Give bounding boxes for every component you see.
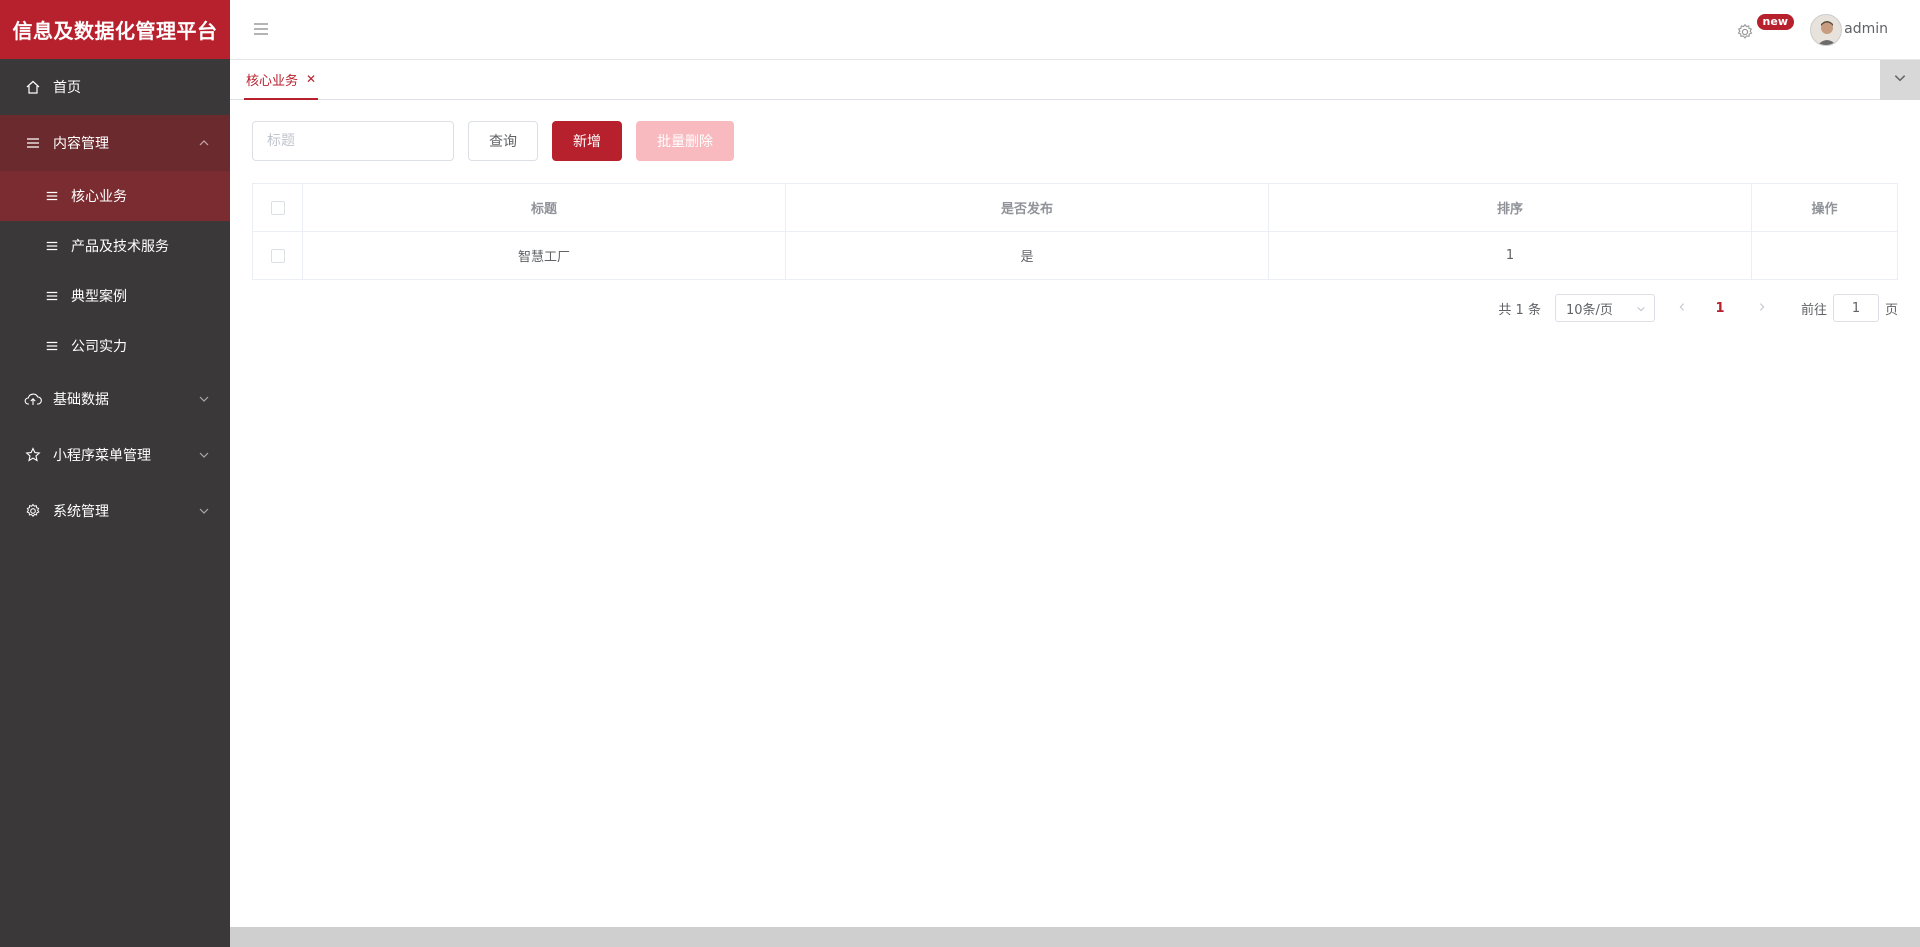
submenu-content-management: 核心业务 产品及技术服务 典型案例 公司实力 [0, 171, 230, 371]
data-table: 标题 是否发布 排序 操作 智慧工厂 是 1 [252, 183, 1898, 280]
total-count: 共 1 条 [1498, 302, 1541, 318]
goto-prefix: 前往 [1800, 302, 1827, 318]
title-search-input[interactable] [252, 121, 454, 161]
cell-order: 1 [1268, 231, 1752, 280]
sidebar-item-label: 典型案例 [71, 289, 127, 305]
pagination: 共 1 条 10条/页 1 前往 1 页 [252, 294, 1898, 322]
select-all-checkbox[interactable] [270, 200, 285, 215]
sidebar-item-label: 产品及技术服务 [71, 239, 169, 255]
table-row: 智慧工厂 是 1 [252, 231, 1898, 280]
sidebar-item-label: 系统管理 [53, 504, 109, 520]
select-all-cell [252, 183, 303, 232]
cell-actions [1751, 231, 1898, 280]
tab-bar: 核心业务 ✕ [230, 60, 1920, 100]
menu-icon [24, 134, 42, 152]
row-select-cell [252, 231, 303, 280]
column-header-published: 是否发布 [785, 183, 1269, 232]
chevron-down-icon [198, 505, 210, 517]
menu-icon [44, 288, 60, 304]
star-icon [24, 446, 42, 464]
chevron-down-icon [1893, 71, 1907, 89]
chevron-down-icon [198, 393, 210, 405]
sidebar-item-label: 小程序菜单管理 [53, 448, 151, 464]
table-header-row: 标题 是否发布 排序 操作 [252, 183, 1898, 232]
home-icon [24, 78, 42, 96]
column-header-order: 排序 [1268, 183, 1752, 232]
menu-icon [44, 338, 60, 354]
sidebar-item-miniprogram-menu[interactable]: 小程序菜单管理 [0, 427, 230, 483]
goto-suffix: 页 [1884, 302, 1898, 318]
settings-icon[interactable] [1736, 23, 1754, 41]
main-content: 查询 新增 批量删除 标题 是否发布 排序 操作 智慧工厂 是 1 共 1 条 [230, 101, 1920, 927]
tabs-dropdown-button[interactable] [1880, 60, 1920, 100]
chevron-up-icon [198, 137, 210, 149]
sidebar-item-company-strength[interactable]: 公司实力 [0, 321, 230, 371]
sidebar-item-system-management[interactable]: 系统管理 [0, 483, 230, 539]
cell-title: 智慧工厂 [302, 231, 786, 280]
goto-page-input[interactable]: 1 [1832, 294, 1879, 322]
page-size-select[interactable]: 10条/页 [1554, 294, 1655, 322]
gear-icon [24, 502, 42, 520]
row-checkbox[interactable] [270, 248, 285, 263]
username[interactable]: admin [1844, 21, 1888, 37]
sidebar-item-home[interactable]: 首页 [0, 59, 230, 115]
column-header-title: 标题 [302, 183, 786, 232]
column-header-actions: 操作 [1751, 183, 1898, 232]
new-badge: new [1756, 14, 1794, 30]
sidebar-item-typical-cases[interactable]: 典型案例 [0, 271, 230, 321]
menu-icon [44, 188, 60, 204]
sidebar-item-label: 基础数据 [53, 392, 109, 408]
cloud-upload-icon [24, 390, 42, 408]
close-icon[interactable]: ✕ [306, 72, 316, 86]
top-header: new admin [230, 0, 1920, 60]
cell-published: 是 [785, 231, 1269, 280]
sidebar-item-label: 内容管理 [53, 136, 109, 152]
sidebar-item-content-management[interactable]: 内容管理 [0, 115, 230, 171]
tab-label: 核心业务 [246, 73, 299, 89]
sidebar-item-products-services[interactable]: 产品及技术服务 [0, 221, 230, 271]
chevron-right-icon [1759, 302, 1765, 311]
app-title: 信息及数据化管理平台 [0, 0, 230, 59]
chevron-down-icon [198, 449, 210, 461]
sidebar-item-label: 首页 [53, 80, 81, 96]
sidebar-item-core-business[interactable]: 核心业务 [0, 171, 230, 221]
page-size-value: 10条/页 [1565, 302, 1613, 318]
sidebar-item-basic-data[interactable]: 基础数据 [0, 371, 230, 427]
add-button[interactable]: 新增 [552, 121, 622, 161]
tab-core-business[interactable]: 核心业务 ✕ [244, 60, 319, 100]
toolbar: 查询 新增 批量删除 [252, 121, 1898, 161]
sidebar-item-label: 核心业务 [71, 189, 127, 205]
bottom-scrollbar[interactable] [230, 927, 1920, 947]
sidebar: 信息及数据化管理平台 首页 内容管理 核心业务 产品及技术服务 典型案例 公司实… [0, 0, 230, 947]
chevron-left-icon [1679, 302, 1685, 311]
sidebar-item-label: 公司实力 [71, 339, 127, 355]
batch-delete-button[interactable]: 批量删除 [636, 121, 734, 161]
avatar[interactable] [1810, 14, 1842, 46]
menu-icon [44, 238, 60, 254]
page-jumper: 前往 1 页 [1801, 294, 1898, 322]
chevron-down-icon [1636, 303, 1646, 313]
page-number-current[interactable]: 1 [1705, 301, 1735, 316]
query-button[interactable]: 查询 [468, 121, 538, 161]
prev-page-button[interactable] [1667, 301, 1697, 316]
next-page-button[interactable] [1747, 301, 1777, 316]
hamburger-icon[interactable] [252, 20, 270, 38]
